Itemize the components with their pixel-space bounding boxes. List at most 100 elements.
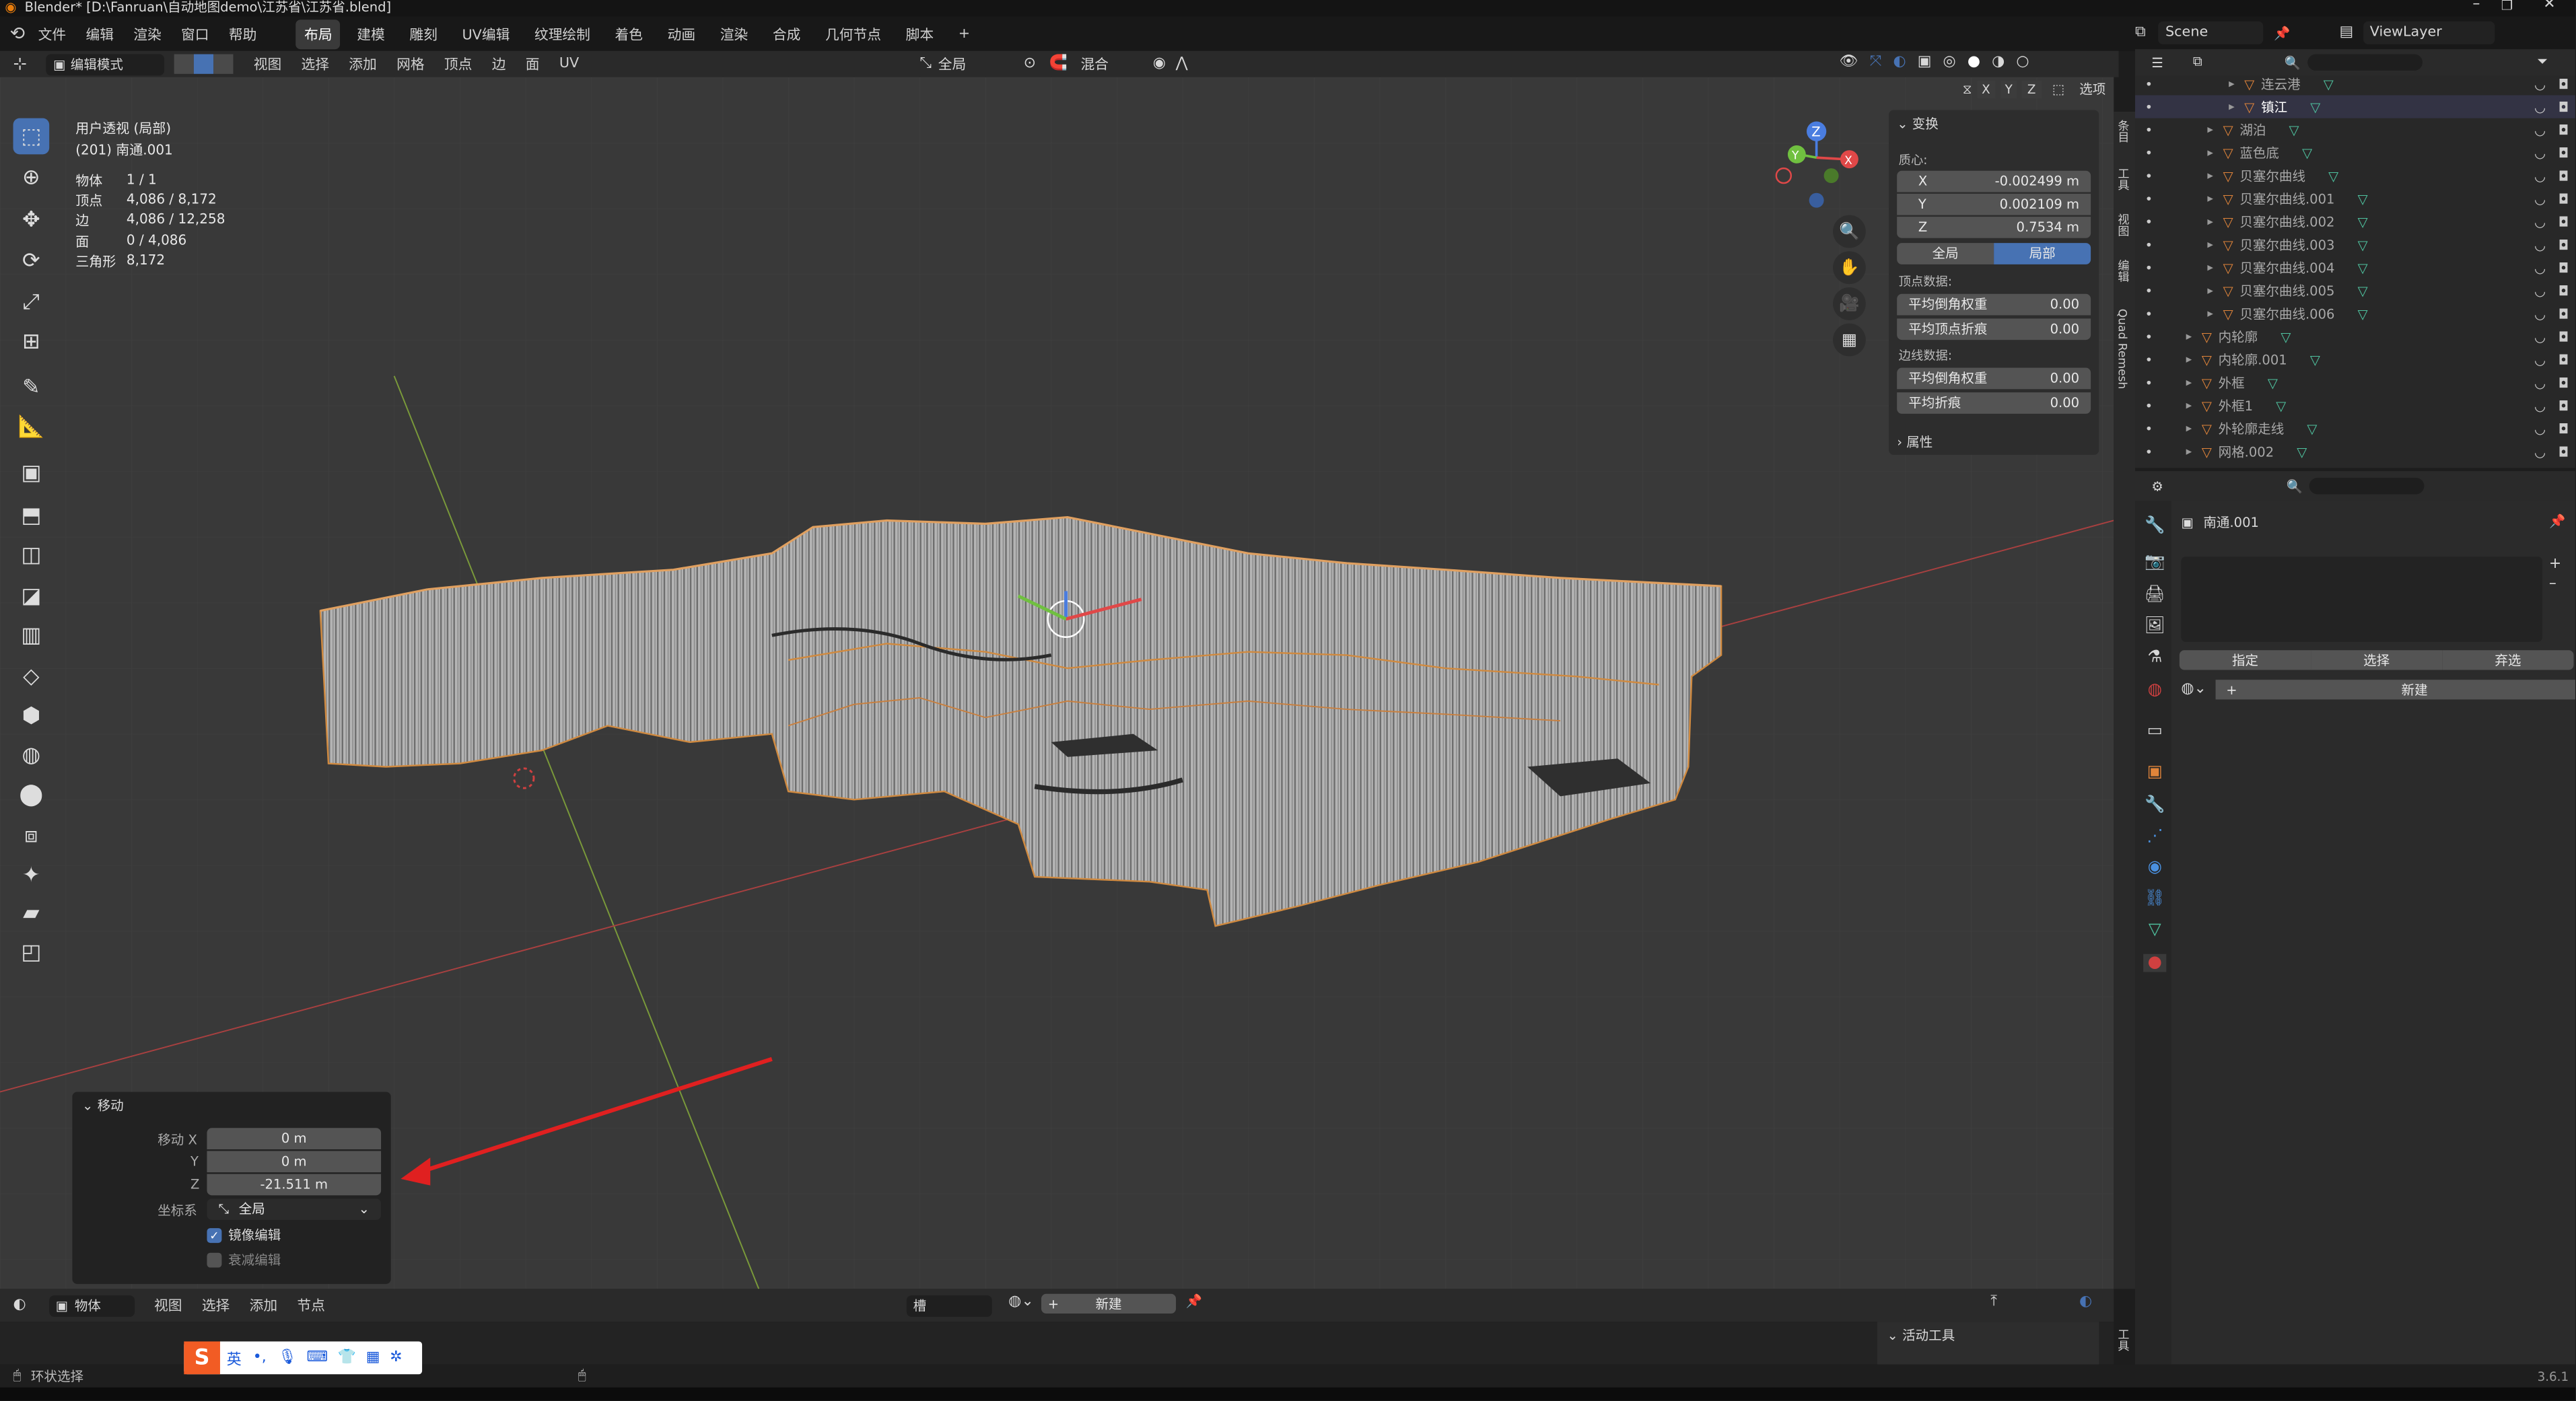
move-z-field[interactable]: -21.511 m bbox=[207, 1174, 382, 1196]
smooth-tool[interactable]: ⬤ bbox=[13, 777, 50, 813]
punctuation-icon[interactable]: •, bbox=[253, 1350, 267, 1366]
camera-icon[interactable]: 🎥 bbox=[1833, 287, 1866, 320]
visibility-eye-icon[interactable]: ◡ bbox=[2534, 214, 2546, 229]
render-camera-icon[interactable]: ◘ bbox=[2558, 100, 2569, 114]
scene-properties-icon[interactable]: ⚗ bbox=[2143, 649, 2166, 667]
edge-slide-tool[interactable]: ⧈ bbox=[13, 818, 50, 854]
mirror-axis-y[interactable]: Y bbox=[2000, 80, 2018, 99]
expand-icon[interactable]: ▸ bbox=[2207, 284, 2213, 297]
spin-tool[interactable]: ◍ bbox=[13, 738, 50, 774]
mirror-axis-x[interactable]: X bbox=[1976, 80, 1996, 99]
collection-properties-icon[interactable]: ▭ bbox=[2143, 723, 2166, 741]
view-layer-properties-icon[interactable]: 🖼 bbox=[2143, 617, 2166, 635]
annotate-tool[interactable]: ✎ bbox=[13, 369, 50, 406]
outliner-row[interactable]: • ▸ ▽ 贝塞尔曲线.004 ▽ ◡ ◘ bbox=[2135, 256, 2575, 279]
expand-icon[interactable]: ▸ bbox=[2207, 215, 2213, 229]
editor-type-icon[interactable]: ⊹ bbox=[13, 55, 27, 73]
toolbox-icon[interactable]: ▦ bbox=[366, 1350, 380, 1366]
edge-bevel-weight-field[interactable]: 平均倒角权重 0.00 bbox=[1897, 367, 2091, 390]
edge-select-button[interactable] bbox=[194, 54, 215, 74]
mode-selector[interactable]: ▣ 物体 bbox=[48, 1294, 135, 1316]
render-camera-icon[interactable]: ◘ bbox=[2558, 238, 2569, 252]
expand-icon[interactable]: ▸ bbox=[2207, 238, 2213, 252]
expand-icon[interactable]: ▸ bbox=[2207, 192, 2213, 205]
render-camera-icon[interactable]: ◘ bbox=[2558, 260, 2569, 275]
editor-type-icon[interactable]: ◐ bbox=[13, 1297, 26, 1314]
tab-uv-editing[interactable]: UV编辑 bbox=[454, 19, 518, 48]
outliner-row[interactable]: • ▸ ▽ 外框1 ▽ ◡ ◘ bbox=[2135, 394, 2575, 417]
visibility-eye-icon[interactable]: ◡ bbox=[2534, 329, 2546, 344]
wireframe-shading-icon[interactable]: ◎ bbox=[1943, 55, 1956, 71]
coord-system-select[interactable]: ⤡ 全局 ⌄ bbox=[207, 1198, 382, 1220]
menu-file[interactable]: 文件 bbox=[38, 24, 67, 43]
outliner-row[interactable]: • ▸ ▽ 镇江 ▽ ◡ ◘ bbox=[2135, 95, 2575, 118]
visibility-eye-icon[interactable]: ◡ bbox=[2534, 168, 2546, 183]
render-camera-icon[interactable]: ◘ bbox=[2558, 76, 2569, 91]
properties-search-input[interactable] bbox=[2309, 478, 2425, 495]
outliner-row[interactable]: • ▸ ▽ 外框 ▽ ◡ ◘ bbox=[2135, 371, 2575, 394]
material-shading-icon[interactable]: ◑ bbox=[1992, 55, 2005, 71]
navigation-gizmo[interactable]: Z X Y bbox=[1774, 118, 1864, 209]
visibility-eye-icon[interactable]: ◡ bbox=[2534, 122, 2546, 137]
redo-panel-header[interactable]: ⌄ 移动 bbox=[82, 1097, 124, 1115]
move-x-field[interactable]: 0 m bbox=[207, 1128, 382, 1149]
vp-menu-uv[interactable]: UV bbox=[559, 56, 579, 72]
material-slot-list[interactable] bbox=[2181, 556, 2543, 643]
tab-tool[interactable]: 工具 bbox=[2116, 168, 2132, 190]
expand-icon[interactable]: ▸ bbox=[2186, 353, 2192, 367]
tab-item[interactable]: 条目 bbox=[2116, 120, 2132, 143]
vp-menu-vertex[interactable]: 顶点 bbox=[444, 55, 473, 73]
ime-toolbar[interactable]: S 英 •, 🎙 ⌨ 👕 ▦ ✲ bbox=[184, 1341, 423, 1375]
rip-tool[interactable]: ◰ bbox=[13, 934, 50, 970]
render-camera-icon[interactable]: ◘ bbox=[2558, 283, 2569, 298]
maximize-button[interactable]: ❐ bbox=[2501, 0, 2513, 13]
render-camera-icon[interactable]: ◘ bbox=[2558, 122, 2569, 137]
filter-icon[interactable]: ⏷ bbox=[2537, 55, 2548, 71]
expand-icon[interactable]: ▸ bbox=[2207, 307, 2213, 320]
tool-properties-icon[interactable]: 🔧 bbox=[2143, 517, 2166, 536]
visibility-eye-icon[interactable]: ◡ bbox=[2534, 306, 2546, 321]
ortho-grid-icon[interactable]: ▦ bbox=[1833, 323, 1866, 357]
bevel-tool[interactable]: ◪ bbox=[13, 578, 50, 614]
material-browse-icon[interactable]: ◍⌄ bbox=[1008, 1294, 1034, 1310]
view-layer-selector[interactable]: ViewLayer bbox=[2363, 21, 2495, 44]
outliner-row[interactable]: • ▸ ▽ 连云港 ▽ ◡ ◘ bbox=[2135, 72, 2575, 95]
loop-cut-tool[interactable]: ▥ bbox=[13, 617, 50, 653]
visibility-eye-icon[interactable]: ◡ bbox=[2534, 283, 2546, 298]
outliner-row[interactable]: • ▸ ▽ 湖泊 ▽ ◡ ◘ bbox=[2135, 118, 2575, 141]
expand-icon[interactable]: ▸ bbox=[2229, 77, 2235, 91]
global-toggle[interactable]: 全局 bbox=[1897, 243, 1994, 264]
tab-active-tool[interactable]: 工具 bbox=[2116, 1328, 2132, 1351]
visibility-eye-icon[interactable]: ◡ bbox=[2534, 398, 2546, 413]
menu-window[interactable]: 窗口 bbox=[181, 24, 209, 43]
mode-selector[interactable]: ▣ 编辑模式 bbox=[46, 53, 165, 75]
shear-tool[interactable]: ▰ bbox=[13, 895, 50, 931]
proportional-edit-icon[interactable]: ◉ bbox=[1153, 56, 1166, 72]
options-dropdown[interactable]: 选项 bbox=[2079, 81, 2105, 99]
tab-view[interactable]: 视图 bbox=[2116, 213, 2132, 236]
outliner-row[interactable]: • ▸ ▽ 外轮廓走线 ▽ ◡ ◘ bbox=[2135, 417, 2575, 440]
material-properties-icon[interactable]: ● bbox=[2143, 954, 2167, 972]
vp-menu-edge[interactable]: 边 bbox=[492, 55, 506, 73]
vp-menu-add[interactable]: 添加 bbox=[349, 55, 377, 73]
xray-icon[interactable]: ▣ bbox=[1918, 55, 1932, 71]
render-camera-icon[interactable]: ◘ bbox=[2558, 398, 2569, 413]
tab-rendering[interactable]: 渲染 bbox=[712, 19, 757, 48]
render-camera-icon[interactable]: ◘ bbox=[2558, 168, 2569, 183]
tab-scripting[interactable]: 脚本 bbox=[897, 19, 942, 48]
slot-add-button[interactable]: + bbox=[2549, 556, 2561, 573]
expand-icon[interactable]: ▸ bbox=[2186, 399, 2192, 412]
outliner-row[interactable]: • ▸ ▽ 内轮廓.001 ▽ ◡ ◘ bbox=[2135, 348, 2575, 371]
snap-selector[interactable]: 混合 bbox=[1080, 55, 1129, 73]
outliner-row[interactable]: • ▸ ▽ 蓝色底 ▽ ◡ ◘ bbox=[2135, 141, 2575, 164]
render-camera-icon[interactable]: ◘ bbox=[2558, 375, 2569, 390]
visibility-icon[interactable]: 👁 bbox=[1840, 55, 1858, 71]
render-camera-icon[interactable]: ◘ bbox=[2558, 306, 2569, 321]
particles-properties-icon[interactable]: ⋰ bbox=[2143, 828, 2166, 846]
add-workspace-button[interactable]: + bbox=[950, 21, 979, 47]
settings-icon[interactable]: ✲ bbox=[390, 1350, 402, 1366]
pin-icon[interactable]: 📌 bbox=[1186, 1294, 1202, 1309]
shader-menu-node[interactable]: 节点 bbox=[297, 1295, 325, 1315]
tab-modeling[interactable]: 建模 bbox=[349, 19, 393, 48]
render-properties-icon[interactable]: 📷 bbox=[2143, 553, 2166, 571]
